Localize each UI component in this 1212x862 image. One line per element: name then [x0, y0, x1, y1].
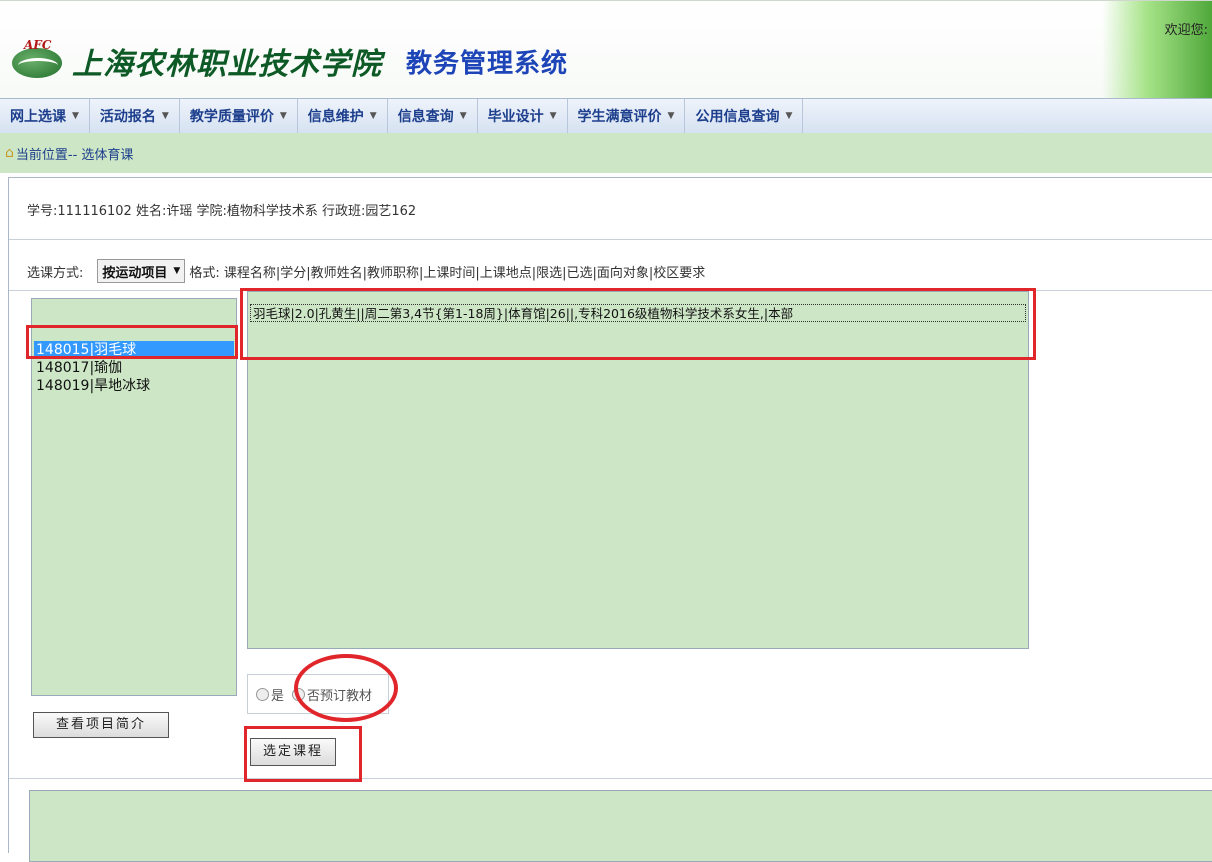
menu-item-activity-signup[interactable]: 活动报名 ▼ [90, 99, 180, 133]
header: AFC 上海农林职业技术学院 教务管理系统 欢迎您: [0, 0, 1212, 99]
menu-item-info-maintenance[interactable]: 信息维护 ▼ [298, 99, 388, 133]
student-info: 学号:111116102 姓名:许瑶 学院:植物科学技术系 行政班:园艺162 [27, 204, 417, 219]
dropdown-arrow-icon: ▼ [279, 111, 287, 121]
radio-yes-label: 是 [271, 688, 285, 704]
menu-label: 毕业设计 [487, 109, 544, 125]
home-icon: ⌂ [5, 145, 14, 161]
annotation-circle-textbook [294, 654, 398, 722]
annotation-highlight-course [240, 288, 1036, 360]
menu-item-online-course[interactable]: 网上选课 ▼ [0, 99, 90, 133]
emblem-text: AFC [24, 38, 52, 52]
menu-item-satisfaction-evaluation[interactable]: 学生满意评价 ▼ [568, 99, 686, 133]
welcome-text: 欢迎您: [1164, 23, 1208, 38]
format-description: 格式: 课程名称|学分|教师姓名|教师职称|上课时间|上课地点|限选|已选|面向… [189, 265, 706, 281]
annotation-highlight-project [26, 325, 238, 359]
menu-item-graduation-design[interactable]: 毕业设计 ▼ [478, 99, 568, 133]
dropdown-arrow-icon: ▼ [667, 111, 675, 121]
logo: AFC 上海农林职业技术学院 教务管理系统 [10, 31, 568, 91]
system-title: 教务管理系统 [406, 48, 569, 79]
dropdown-arrow-icon: ▼ [173, 266, 181, 276]
menu-item-teaching-evaluation[interactable]: 教学质量评价 ▼ [180, 99, 298, 133]
menu-item-info-query[interactable]: 信息查询 ▼ [388, 99, 478, 133]
selection-method-row: 选课方式: 按运动项目 ▼ 格式: 课程名称|学分|教师姓名|教师职称|上课时间… [27, 259, 705, 283]
header-decoration [1102, 1, 1212, 99]
content-panel: 学号:111116102 姓名:许瑶 学院:植物科学技术系 行政班:园艺162 … [8, 177, 1212, 862]
divider [9, 778, 1212, 779]
dropdown-arrow-icon: ▼ [72, 111, 79, 121]
menu-label: 信息查询 [397, 109, 454, 125]
menu-label: 公用信息查询 [695, 109, 780, 125]
menu-label: 活动报名 [99, 109, 156, 125]
school-emblem-icon: AFC [10, 38, 66, 84]
dropdown-arrow-icon: ▼ [459, 111, 467, 121]
menu-label: 网上选课 [10, 109, 66, 125]
annotation-highlight-select-button [244, 726, 362, 782]
radio-yes[interactable]: 是 [256, 685, 284, 704]
list-item[interactable]: 148017|瑜伽 [34, 359, 234, 377]
dropdown-arrow-icon: ▼ [369, 111, 377, 121]
breadcrumb-prefix: 当前位置 [15, 147, 68, 163]
menu-label: 学生满意评价 [577, 109, 662, 125]
dropdown-arrow-icon: ▼ [785, 111, 793, 121]
menu-label: 教学质量评价 [189, 109, 274, 125]
school-name: 上海农林职业技术学院 [72, 47, 382, 82]
selected-courses-panel [29, 790, 1212, 862]
dropdown-arrow-icon: ▼ [549, 111, 557, 121]
method-selected-value: 按运动项目 [102, 265, 168, 281]
method-label: 选课方式: [27, 265, 84, 281]
menu-label: 信息维护 [307, 109, 364, 125]
view-project-intro-button[interactable]: 查看项目简介 [33, 712, 169, 738]
divider [9, 239, 1212, 240]
method-select[interactable]: 按运动项目 ▼ [97, 259, 186, 283]
list-item[interactable]: 148019|旱地冰球 [34, 377, 234, 395]
main-menu: 网上选课 ▼ 活动报名 ▼ 教学质量评价 ▼ 信息维护 ▼ 信息查询 ▼ 毕业设计 ▼ 学生… [0, 98, 1212, 134]
dropdown-arrow-icon: ▼ [161, 111, 169, 121]
radio-button-icon [256, 687, 269, 701]
menu-item-public-info-query[interactable]: 公用信息查询 ▼ [685, 99, 804, 133]
breadcrumb-path: -- 选体育课 [67, 147, 134, 163]
breadcrumb: ⌂ 当前位置 -- 选体育课 [0, 133, 1212, 173]
